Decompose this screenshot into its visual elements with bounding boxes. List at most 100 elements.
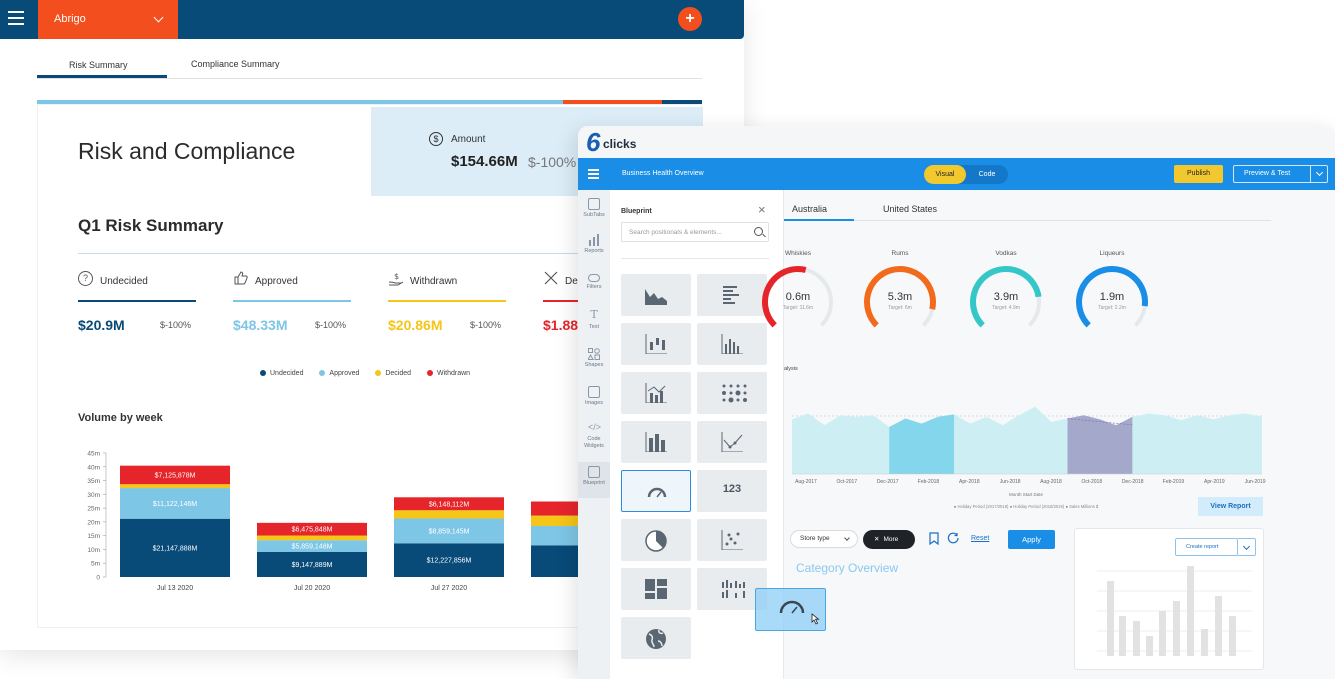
rail-text[interactable]: T Text — [578, 308, 610, 346]
refresh-icon[interactable] — [947, 532, 960, 545]
publish-button[interactable]: Publish — [1174, 165, 1223, 183]
rail-filters[interactable]: Filters — [578, 272, 610, 308]
tab-risk-summary[interactable]: Risk Summary — [69, 60, 128, 70]
search-icon[interactable] — [754, 227, 763, 236]
bar-value-label: $6,148,112M — [429, 501, 470, 508]
y-tick-label: 25m — [87, 506, 100, 513]
tile-treemap[interactable] — [621, 568, 691, 610]
amount-delta: $-100% — [528, 154, 577, 170]
chevron-down-icon[interactable] — [1315, 168, 1324, 177]
number-tile-label: 123 — [722, 483, 742, 495]
page-title: Risk and Compliance — [78, 138, 296, 164]
tile-combo-chart[interactable] — [621, 372, 691, 414]
stat-underline — [233, 300, 351, 302]
report-preview-card: Create report — [1074, 528, 1264, 670]
create-report-dropdown[interactable] — [1238, 538, 1256, 556]
holiday-period-2018 — [1067, 415, 1133, 474]
tile-area-chart[interactable] — [621, 274, 691, 316]
brand-selector[interactable]: Abrigo — [38, 0, 178, 39]
tile-bar-chart[interactable] — [621, 421, 691, 463]
bar-value-label: $8,859,145M — [429, 528, 470, 535]
tab-compliance-summary[interactable]: Compliance Summary — [191, 59, 280, 69]
more-filters-button[interactable]: ✕ More — [863, 530, 915, 549]
tab-united-states[interactable]: United States — [883, 204, 937, 214]
tile-horizontal-bar[interactable] — [697, 274, 767, 316]
chevron-down-icon — [844, 535, 850, 541]
gauge-value: 5.3m — [887, 291, 913, 303]
question-circle-icon: ? — [78, 271, 93, 286]
rail-label: Shapes — [584, 362, 604, 368]
reset-link[interactable]: Reset — [971, 535, 989, 542]
rail-images[interactable]: Images — [578, 386, 610, 422]
bookmark-icon[interactable] — [929, 532, 939, 545]
x-axis-label: Month Start Date — [1009, 492, 1044, 497]
bar-segment — [394, 510, 504, 519]
dashboard-canvas: Australia United States Whiskies 0.6m Ta… — [762, 190, 1335, 679]
tile-line-chart[interactable] — [697, 421, 767, 463]
stat-underline — [78, 300, 196, 302]
code-icon: </> — [588, 422, 602, 432]
tile-candlestick[interactable] — [621, 323, 691, 365]
panel-title: Blueprint — [621, 208, 652, 215]
stat-underline — [388, 300, 506, 302]
tile-map[interactable] — [621, 617, 691, 659]
dashboard-title: Business Health Overview — [622, 170, 704, 177]
rail-label: Code Widgets — [584, 436, 604, 449]
apply-button[interactable]: Apply — [1008, 530, 1055, 549]
gauge-target: Target: 11.6m — [782, 305, 814, 311]
tile-gauge[interactable] — [621, 470, 691, 512]
close-icon[interactable]: × — [758, 203, 770, 216]
bar-segment — [120, 484, 230, 489]
stat-delta: $-100% — [470, 320, 502, 330]
chevron-down-icon — [153, 12, 164, 23]
tile-column-chart[interactable] — [697, 323, 767, 365]
placeholder-bar-chart — [1097, 566, 1252, 656]
gauge-target: Target: 2.2m — [1098, 305, 1126, 311]
text-icon: T — [590, 308, 598, 321]
chart-title: Volume by week — [78, 412, 163, 424]
blueprint-search-input[interactable]: Search positionals & elements... — [621, 222, 769, 242]
y-tick-label: 30m — [87, 492, 100, 499]
category-overview-title: Category Overview — [796, 561, 899, 575]
rail-code-widgets[interactable]: </> Code Widgets — [578, 422, 610, 462]
rail-blueprint[interactable]: Blueprint — [578, 462, 610, 498]
tile-scatter[interactable] — [697, 519, 767, 561]
rail-reports[interactable]: Reports — [578, 234, 610, 270]
gauge-label: Rums — [891, 250, 909, 257]
x-tick-label: Dec-2017 — [877, 479, 899, 485]
create-report-button[interactable]: Create report — [1175, 538, 1238, 556]
rail-subtabs[interactable]: SubTabs — [578, 198, 610, 234]
stat-delta: $-100% — [315, 320, 347, 330]
logo-number: 6 — [586, 127, 601, 157]
y-tick-label: 20m — [87, 519, 100, 526]
gauge-label: Liqueurs — [1099, 250, 1125, 257]
x-tick-label: Dec-2018 — [1122, 479, 1144, 485]
tile-dot-matrix[interactable] — [697, 372, 767, 414]
store-type-filter[interactable]: Store type — [790, 530, 858, 548]
add-button[interactable]: + — [678, 7, 702, 31]
toggle-visual[interactable]: Visual — [924, 165, 966, 184]
tile-number[interactable]: 123 — [697, 470, 767, 512]
bar-value-label: $5,859,148M — [292, 544, 333, 551]
hamburger-menu-icon[interactable] — [588, 169, 599, 181]
gauge-target: Target: 4.9m — [992, 305, 1020, 311]
stat-value: $20.86M — [388, 317, 443, 333]
rail-shapes[interactable]: Shapes — [578, 348, 610, 384]
tile-pie-chart[interactable] — [621, 519, 691, 561]
toggle-code[interactable]: Code — [966, 165, 1008, 184]
x-tick-label: Oct-2018 — [1082, 479, 1103, 485]
x-tick-label: Feb-2019 — [1163, 479, 1185, 485]
x-icon — [543, 271, 558, 286]
stat-label: Approved — [255, 276, 298, 287]
view-report-button[interactable]: View Report — [1198, 497, 1263, 516]
tab-australia[interactable]: Australia — [792, 204, 827, 214]
section-title: Q1 Risk Summary — [78, 216, 224, 235]
preview-test-button[interactable]: Preview & Test — [1233, 165, 1328, 183]
hand-dollar-icon: $ — [388, 271, 404, 286]
y-tick-label: 35m — [87, 478, 100, 485]
legend-item: Undecided — [260, 370, 303, 377]
gauge-label: Whiskies — [784, 250, 811, 257]
bar-segment — [257, 535, 367, 541]
subtabs-icon — [588, 198, 600, 210]
hamburger-menu-icon[interactable] — [8, 11, 24, 25]
